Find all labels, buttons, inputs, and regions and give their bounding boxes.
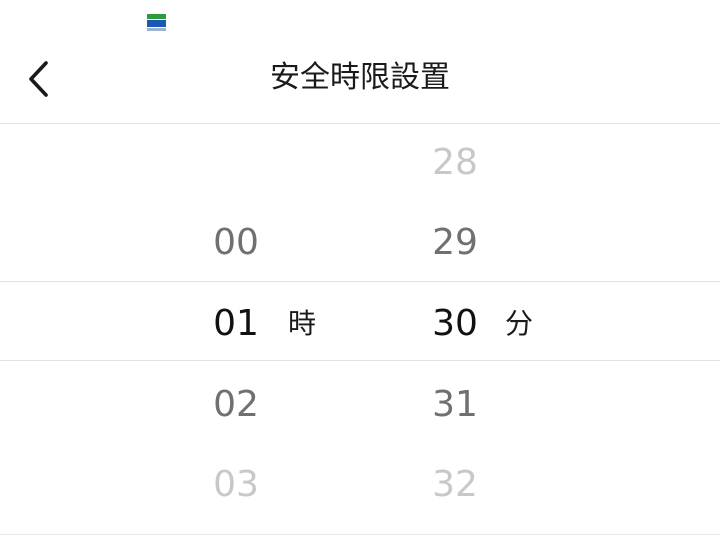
- selection-divider-bottom: [0, 360, 720, 361]
- time-picker[interactable]: 00 01 02 03 時 28 29 30 31 32 分: [0, 124, 720, 536]
- hour-option[interactable]: 03: [191, 463, 281, 507]
- selection-divider-top: [0, 281, 720, 282]
- page-title: 安全時限設置: [270, 60, 450, 95]
- minute-option[interactable]: 29: [410, 221, 500, 265]
- minute-option[interactable]: 31: [410, 383, 500, 427]
- hour-option[interactable]: 00: [191, 221, 281, 265]
- hour-option-selected[interactable]: 01: [191, 302, 281, 346]
- hour-unit-label: 時: [288, 307, 317, 340]
- minute-unit-label: 分: [505, 307, 534, 340]
- app-logo-icon: [147, 14, 166, 32]
- header: 安全時限設置: [0, 40, 720, 124]
- minute-option[interactable]: 32: [410, 463, 500, 507]
- status-bar: [0, 0, 720, 40]
- minute-option-selected[interactable]: 30: [410, 302, 500, 346]
- minute-option[interactable]: 28: [410, 141, 500, 185]
- bottom-divider: [0, 534, 720, 535]
- hour-option[interactable]: 02: [191, 383, 281, 427]
